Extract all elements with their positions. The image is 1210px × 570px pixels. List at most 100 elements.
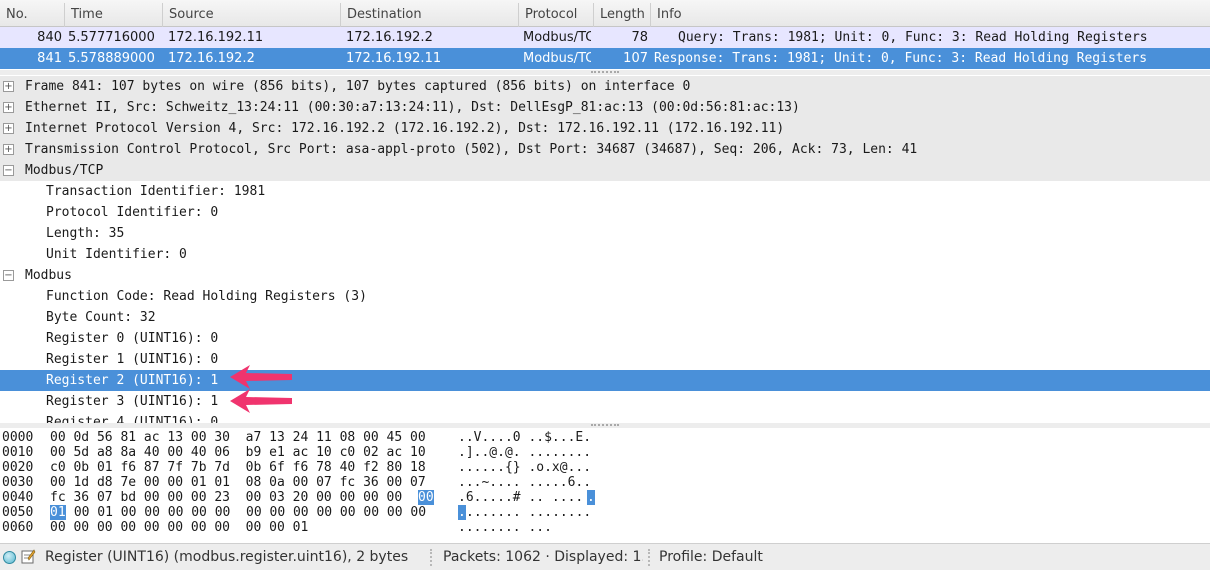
expand-icon[interactable]: +	[3, 144, 14, 155]
hex-offset: 0050	[2, 505, 34, 520]
status-bar: Register (UINT16) (modbus.register.uint1…	[0, 543, 1210, 570]
tree-field-label: Byte Count: 32	[46, 310, 156, 325]
hex-ascii: .6.....# .. ....	[458, 490, 584, 505]
hex-ascii: .]..@.@. ........	[458, 445, 592, 460]
tree-field-label: Unit Identifier: 0	[46, 247, 187, 262]
tree-field-label: Function Code: Read Holding Registers (3…	[46, 289, 367, 304]
hex-ascii: ........ ...	[458, 520, 552, 535]
tree-field-label: Register 4 (UINT16): 0	[46, 415, 219, 423]
tree-node-ipv4[interactable]: + Internet Protocol Version 4, Src: 172.1…	[0, 118, 1210, 139]
hex-row[interactable]: 0000 00 0d 56 81 ac 13 00 30 a7 13 24 11…	[0, 430, 1210, 445]
packets-count-text: Packets: 1062 · Displayed: 1...	[443, 549, 643, 565]
hex-offset: 0020	[2, 460, 34, 475]
hex-offset: 0030	[2, 475, 34, 490]
hex-bytes: 00 00 00 00 00 00 00 00 00 00 01	[50, 520, 309, 535]
tree-field[interactable]: Unit Identifier: 0	[0, 244, 1210, 265]
tree-field-label: Register 0 (UINT16): 0	[46, 331, 219, 346]
packet-destination: 172.16.192.2	[346, 30, 433, 45]
annotation-arrow-icon	[230, 389, 292, 413]
hex-bytes: 00 5d a8 8a 40 00 40 06 b9 e1 ac 10 c0 0…	[50, 445, 426, 460]
tree-field[interactable]: Register 1 (UINT16): 0	[0, 349, 1210, 370]
hex-bytes: 00 1d d8 7e 00 00 01 01 08 0a 00 07 fc 3…	[50, 475, 426, 490]
packet-row-selected[interactable]: 841 5.578889000 172.16.192.2 172.16.192.…	[0, 48, 1210, 69]
capture-comment-icon[interactable]	[21, 549, 36, 564]
tree-node-label: Transmission Control Protocol, Src Port:…	[25, 142, 918, 157]
packet-no: 840	[37, 30, 62, 45]
hex-row[interactable]: 0040 fc 36 07 bd 00 00 00 23 00 03 20 00…	[0, 490, 1210, 505]
packet-protocol: Modbus/TCP	[523, 51, 591, 66]
tree-field-label: Protocol Identifier: 0	[46, 205, 219, 220]
ascii-highlight: .	[587, 490, 595, 505]
hex-row[interactable]: 0060 00 00 00 00 00 00 00 00 00 00 01 ..…	[0, 520, 1210, 535]
expand-icon[interactable]: +	[3, 123, 14, 134]
packet-row[interactable]: 840 5.577716000 172.16.192.11 172.16.192…	[0, 27, 1210, 48]
column-length[interactable]: Length	[594, 3, 651, 27]
profile-text[interactable]: Profile: Default	[659, 544, 859, 570]
tree-node-modbus-tcp[interactable]: − Modbus/TCP	[0, 160, 1210, 181]
tree-node-ethernet[interactable]: + Ethernet II, Src: Schweitz_13:24:11 (00…	[0, 97, 1210, 118]
tree-field-selected[interactable]: Register 2 (UINT16): 1	[0, 370, 1210, 391]
packet-info: Query: Trans: 1981; Unit: 0, Func: 3: Re…	[678, 30, 1148, 45]
hex-row[interactable]: 0020 c0 0b 01 f6 87 7f 7b 7d 0b 6f f6 78…	[0, 460, 1210, 475]
tree-node-tcp[interactable]: + Transmission Control Protocol, Src Port…	[0, 139, 1210, 160]
tree-field[interactable]: Register 4 (UINT16): 0	[0, 412, 1210, 423]
column-info[interactable]: Info	[651, 3, 1210, 27]
hex-byte-highlight: 01	[50, 505, 66, 520]
hex-ascii: ...~.... .....6..	[458, 475, 592, 490]
column-time[interactable]: Time	[65, 3, 163, 27]
tree-field[interactable]: Protocol Identifier: 0	[0, 202, 1210, 223]
tree-field-label: Transaction Identifier: 1981	[46, 184, 266, 199]
pane-splitter-top[interactable]	[0, 70, 1210, 75]
tree-node-label: Ethernet II, Src: Schweitz_13:24:11 (00:…	[25, 100, 800, 115]
hex-row[interactable]: 0010 00 5d a8 8a 40 00 40 06 b9 e1 ac 10…	[0, 445, 1210, 460]
packet-bytes-pane: 0000 00 0d 56 81 ac 13 00 30 a7 13 24 11…	[0, 428, 1210, 542]
expand-icon[interactable]: +	[3, 81, 14, 92]
column-destination[interactable]: Destination	[341, 3, 519, 27]
packet-destination: 172.16.192.11	[346, 51, 442, 66]
packet-time: 5.577716000	[68, 30, 155, 45]
tree-field[interactable]: Byte Count: 32	[0, 307, 1210, 328]
hex-byte-highlight: 00	[418, 490, 434, 505]
hex-bytes: 00 01 00 00 00 00 00 00 00 00 00 00 00 0…	[66, 505, 427, 520]
expand-icon[interactable]: +	[3, 102, 14, 113]
status-separator	[648, 549, 650, 566]
tree-field[interactable]: Register 3 (UINT16): 1	[0, 391, 1210, 412]
packet-details-tree: + Frame 841: 107 bytes on wire (856 bits)…	[0, 76, 1210, 423]
expert-info-icon[interactable]	[3, 551, 16, 564]
packet-length: 78	[631, 30, 648, 45]
packet-list: No. Time Source Destination Protocol Len…	[0, 0, 1210, 74]
tree-node-modbus[interactable]: − Modbus	[0, 265, 1210, 286]
packet-length: 107	[623, 51, 648, 66]
column-source[interactable]: Source	[163, 3, 341, 27]
packet-no: 841	[37, 51, 62, 66]
column-no[interactable]: No.	[0, 3, 65, 27]
collapse-icon[interactable]: −	[3, 165, 14, 176]
tree-node-frame[interactable]: + Frame 841: 107 bytes on wire (856 bits)…	[0, 76, 1210, 97]
hex-row[interactable]: 0030 00 1d d8 7e 00 00 01 01 08 0a 00 07…	[0, 475, 1210, 490]
tree-field[interactable]: Transaction Identifier: 1981	[0, 181, 1210, 202]
tree-node-label: Modbus	[25, 268, 72, 283]
tree-field[interactable]: Length: 35	[0, 223, 1210, 244]
hex-row[interactable]: 0050 01 00 01 00 00 00 00 00 00 00 00 00…	[0, 505, 1210, 520]
column-protocol[interactable]: Protocol	[519, 3, 594, 27]
tree-field-label: Register 1 (UINT16): 0	[46, 352, 219, 367]
packet-source: 172.16.192.11	[168, 30, 264, 45]
tree-node-label: Modbus/TCP	[25, 163, 104, 178]
hex-offset: 0000	[2, 430, 34, 445]
packet-time: 5.578889000	[68, 51, 155, 66]
packet-protocol: Modbus/TCP	[523, 30, 591, 45]
hex-offset: 0060	[2, 520, 34, 535]
hex-ascii: ....... ........	[466, 505, 592, 520]
collapse-icon[interactable]: −	[3, 270, 14, 281]
packet-list-header: No. Time Source Destination Protocol Len…	[0, 0, 1210, 27]
field-info-text: Register (UINT16) (modbus.register.uint1…	[45, 549, 409, 565]
tree-node-label: Internet Protocol Version 4, Src: 172.16…	[25, 121, 785, 136]
tree-node-label: Frame 841: 107 bytes on wire (856 bits),…	[25, 79, 691, 94]
tree-field[interactable]: Function Code: Read Holding Registers (3…	[0, 286, 1210, 307]
tree-field-label: Register 3 (UINT16): 1	[46, 394, 219, 409]
hex-bytes: c0 0b 01 f6 87 7f 7b 7d 0b 6f f6 78 40 f…	[50, 460, 426, 475]
hex-ascii: ......{} .o.x@...	[458, 460, 592, 475]
tree-field[interactable]: Register 0 (UINT16): 0	[0, 328, 1210, 349]
packet-info: Response: Trans: 1981; Unit: 0, Func: 3:…	[654, 51, 1148, 66]
tree-field-label: Register 2 (UINT16): 1	[46, 373, 219, 388]
